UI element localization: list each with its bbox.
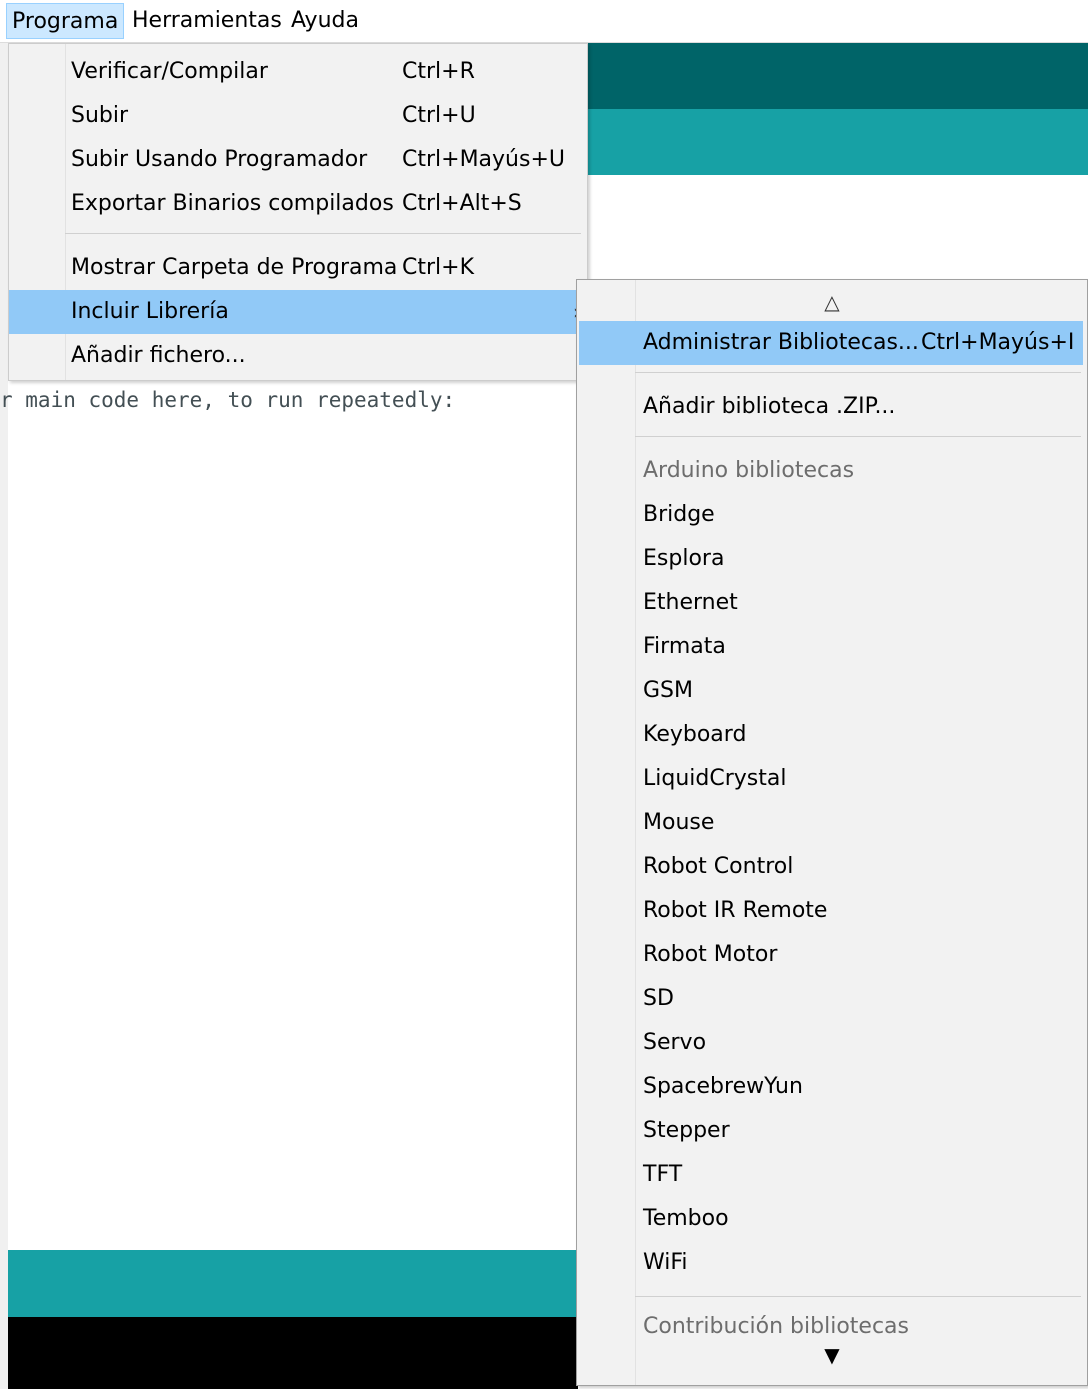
- library-item-label: SD: [643, 986, 674, 1011]
- menu-item-verificar-compilar[interactable]: Verificar/Compilar Ctrl+R: [9, 50, 587, 94]
- menu-header-arduino: Arduino bibliotecas: [579, 449, 1083, 493]
- menu-item-administrar-bibliotecas[interactable]: Administrar Bibliotecas... Ctrl+Mayús+I: [579, 321, 1083, 365]
- menu-item-label: Mostrar Carpeta de Programa: [71, 255, 398, 280]
- menu-item-subir[interactable]: Subir Ctrl+U: [9, 94, 587, 138]
- library-item-label: SpacebrewYun: [643, 1074, 803, 1099]
- menu-separator: [635, 372, 1081, 373]
- library-item-label: Servo: [643, 1030, 707, 1055]
- menu-item-shortcut: Ctrl+K: [402, 255, 475, 280]
- menu-item-shortcut: Ctrl+R: [402, 59, 475, 84]
- menu-item-label: Añadir fichero...: [71, 343, 246, 368]
- menu-ayuda[interactable]: Ayuda: [286, 3, 364, 39]
- library-item-label: GSM: [643, 678, 693, 703]
- library-item-label: Esplora: [643, 546, 725, 571]
- menu-item-anadir-zip[interactable]: Añadir biblioteca .ZIP...: [579, 385, 1083, 429]
- library-item-label: LiquidCrystal: [643, 766, 787, 791]
- library-item-label: Bridge: [643, 502, 715, 527]
- toolbar-bar: [588, 43, 1088, 109]
- library-item[interactable]: TFT: [579, 1153, 1083, 1197]
- library-item[interactable]: SD: [579, 977, 1083, 1021]
- menu-item-incluir-libreria[interactable]: Incluir Librería ›: [9, 290, 587, 334]
- library-item-label: Ethernet: [643, 590, 738, 615]
- menu-separator: [65, 233, 581, 234]
- menu-programa[interactable]: Programa: [6, 3, 125, 39]
- menu-item-label: Incluir Librería: [71, 299, 229, 324]
- library-item[interactable]: Servo: [579, 1021, 1083, 1065]
- menu-item-anadir-fichero[interactable]: Añadir fichero...: [9, 334, 587, 378]
- library-item[interactable]: Keyboard: [579, 713, 1083, 757]
- library-item[interactable]: Firmata: [579, 625, 1083, 669]
- scroll-down-icon[interactable]: ▼: [577, 1343, 1087, 1367]
- library-item[interactable]: Ethernet: [579, 581, 1083, 625]
- library-item[interactable]: Robot Control: [579, 845, 1083, 889]
- menu-herramientas[interactable]: Herramientas: [127, 3, 287, 39]
- library-item[interactable]: LiquidCrystal: [579, 757, 1083, 801]
- library-item[interactable]: Mouse: [579, 801, 1083, 845]
- menu-item-label: Añadir biblioteca .ZIP...: [643, 394, 896, 419]
- menu-item-shortcut: Ctrl+Mayús+I: [921, 330, 1075, 355]
- menu-separator: [635, 436, 1081, 437]
- library-item[interactable]: SpacebrewYun: [579, 1065, 1083, 1109]
- programa-dropdown: Verificar/Compilar Ctrl+R Subir Ctrl+U S…: [8, 43, 588, 381]
- library-item-label: Robot Control: [643, 854, 794, 879]
- library-item-label: Robot Motor: [643, 942, 778, 967]
- library-item-label: Stepper: [643, 1118, 730, 1143]
- menu-item-label: Subir Usando Programador: [71, 147, 368, 172]
- library-item-label: Robot IR Remote: [643, 898, 828, 923]
- menu-bar: Programa Herramientas Ayuda: [0, 0, 1088, 43]
- menu-item-mostrar-carpeta[interactable]: Mostrar Carpeta de Programa Ctrl+K: [9, 246, 587, 290]
- console-area[interactable]: [8, 1317, 578, 1389]
- menu-item-shortcut: Ctrl+Alt+S: [402, 191, 522, 216]
- library-item[interactable]: GSM: [579, 669, 1083, 713]
- library-item-label: WiFi: [643, 1250, 688, 1275]
- menu-item-label: Subir: [71, 103, 129, 128]
- library-item-label: Temboo: [643, 1206, 729, 1231]
- menu-item-label: Verificar/Compilar: [71, 59, 268, 84]
- scroll-up-icon[interactable]: △: [577, 290, 1087, 314]
- library-item-label: Firmata: [643, 634, 726, 659]
- window-edge: [0, 43, 8, 1389]
- library-submenu: △ Administrar Bibliotecas... Ctrl+Mayús+…: [576, 279, 1088, 1386]
- library-item-label: Mouse: [643, 810, 715, 835]
- library-item[interactable]: WiFi: [579, 1241, 1083, 1285]
- menu-item-label: Administrar Bibliotecas...: [643, 330, 919, 355]
- menu-item-exportar-binarios[interactable]: Exportar Binarios compilados Ctrl+Alt+S: [9, 182, 587, 226]
- library-item[interactable]: Esplora: [579, 537, 1083, 581]
- tab-bar: [588, 109, 1088, 175]
- menu-separator: [635, 1296, 1081, 1297]
- menu-item-shortcut: Ctrl+U: [402, 103, 476, 128]
- library-item-label: TFT: [643, 1162, 683, 1187]
- library-item-label: Keyboard: [643, 722, 747, 747]
- code-comment-line[interactable]: r main code here, to run repeatedly:: [0, 388, 455, 412]
- menu-item-subir-usando-programador[interactable]: Subir Usando Programador Ctrl+Mayús+U: [9, 138, 587, 182]
- library-item[interactable]: Stepper: [579, 1109, 1083, 1153]
- menu-header-label: Arduino bibliotecas: [643, 458, 855, 483]
- status-bar: [8, 1250, 578, 1317]
- library-item[interactable]: Robot Motor: [579, 933, 1083, 977]
- library-item[interactable]: Bridge: [579, 493, 1083, 537]
- menu-item-label: Exportar Binarios compilados: [71, 191, 394, 216]
- library-item[interactable]: Robot IR Remote: [579, 889, 1083, 933]
- library-item[interactable]: Temboo: [579, 1197, 1083, 1241]
- menu-item-shortcut: Ctrl+Mayús+U: [402, 147, 566, 172]
